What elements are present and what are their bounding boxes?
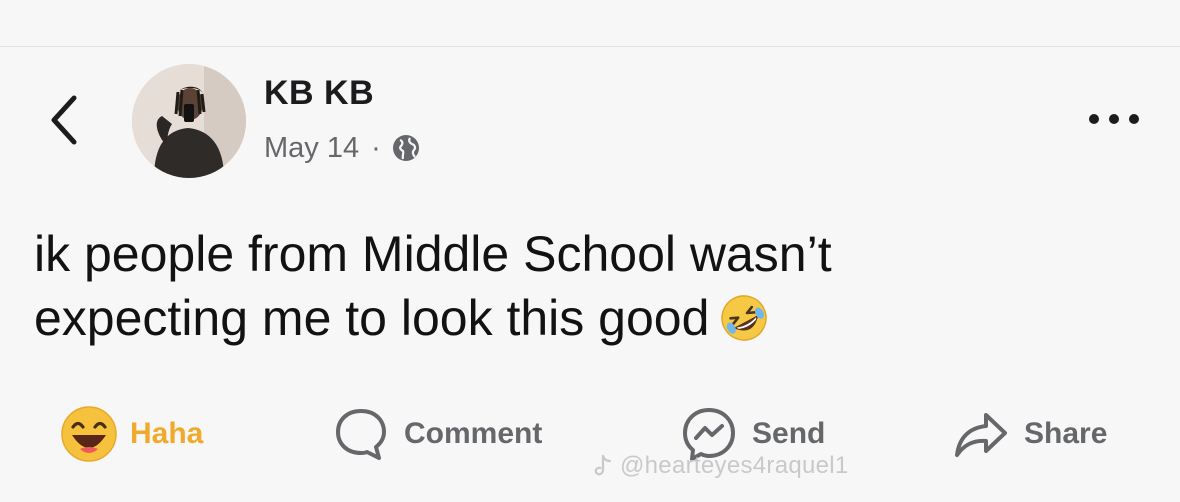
post-text: ik people from Middle School wasn’t expe… [34,222,1154,350]
ellipsis-icon [1089,114,1139,124]
haha-label: Haha [130,417,204,450]
post-text-line-2-wrap: expecting me to look this good [34,286,1154,350]
haha-emoji-icon [61,406,117,462]
watermark-text: @hearteyes4raquel1 [620,452,849,479]
post-text-line-2: expecting me to look this good [34,290,710,346]
chevron-left-icon [51,95,77,145]
share-button[interactable]: Share [952,404,1107,464]
top-divider [0,46,1180,47]
avatar[interactable] [132,64,246,178]
rolling-on-floor-laughing-emoji [717,291,771,345]
post-date[interactable]: May 14 [264,132,359,165]
back-button[interactable] [44,92,88,148]
profile-photo [132,64,246,178]
share-arrow-icon [955,413,1007,457]
post-meta: May 14 · [264,128,421,168]
tiktok-icon [594,454,612,476]
meta-separator: · [371,131,381,164]
send-label: Send [752,417,826,450]
comment-bubble-icon [336,409,386,460]
post-text-line-1: ik people from Middle School wasn’t [34,226,832,282]
comment-button[interactable]: Comment [332,404,542,464]
share-label: Share [1024,417,1108,450]
comment-label: Comment [404,417,543,450]
globe-icon[interactable] [391,133,421,163]
watermark: @hearteyes4raquel1 [592,452,849,480]
author-name[interactable]: KB KB [264,74,374,113]
haha-reaction-button[interactable]: Haha [60,404,203,464]
more-options-button[interactable] [1086,104,1142,134]
